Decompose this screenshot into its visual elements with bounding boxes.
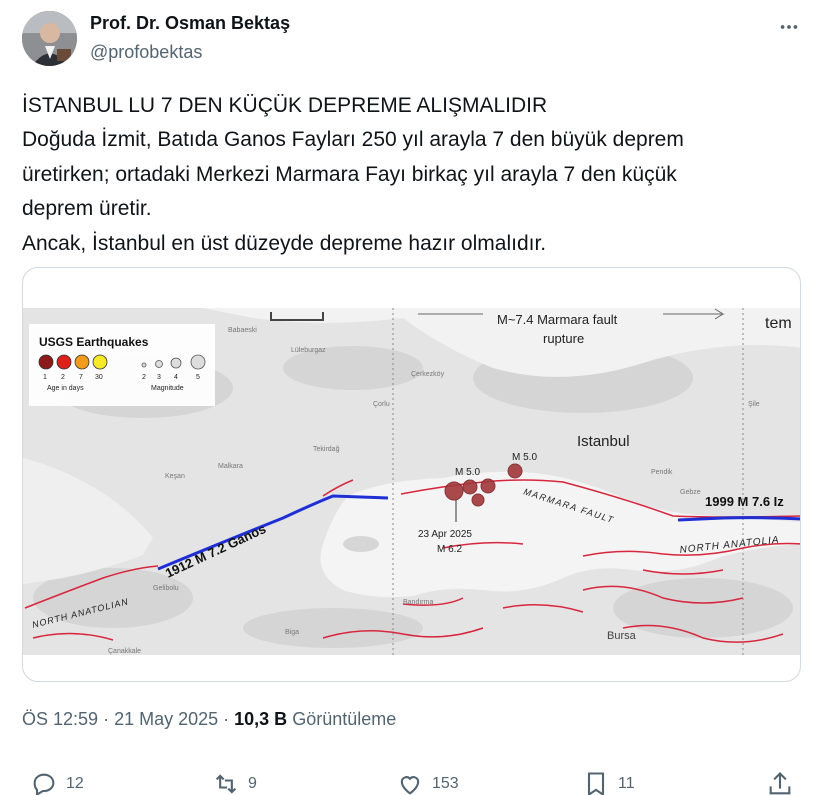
bookmark-button[interactable]: 11 <box>582 770 635 795</box>
marmara-island <box>343 536 379 552</box>
tweet-line: Doğuda İzmit, Batıda Ganos Fayları 250 y… <box>22 128 684 152</box>
town-label: Çerkezköy <box>411 371 445 378</box>
town-label: Bandırma <box>403 599 433 606</box>
rupture-label: M~7.4 Marmara fault <box>497 312 618 327</box>
tweet-line-headline: İSTANBUL LU 7 DEN KÜÇÜK DEPREME ALIŞMALI… <box>22 94 548 117</box>
profile-photo-avatar <box>22 11 77 66</box>
legend-age-value: 2 <box>61 374 65 381</box>
legend-age-swatch <box>38 354 54 370</box>
like-count: 153 <box>432 775 459 792</box>
legend-mag-swatch <box>141 362 147 368</box>
town-label: Babaeski <box>228 327 257 334</box>
quake-marker <box>471 493 485 507</box>
cropped-label: tem <box>765 315 792 332</box>
legend-mag-caption: Magnitude <box>151 385 184 392</box>
tweet-line: Ancak, İstanbul en üst düzeyde depreme h… <box>22 231 547 255</box>
reply-icon <box>33 773 55 795</box>
reply-count: 12 <box>66 775 84 792</box>
town-label: Çanakkale <box>108 648 141 655</box>
town-label: Lüleburgaz <box>291 347 326 354</box>
repost-count: 9 <box>248 775 257 792</box>
more-options-button[interactable] <box>772 10 806 44</box>
map-legend: USGS Earthquakes 1 2 7 30 Age in days 2 … <box>29 324 215 406</box>
legend-age-value: 1 <box>43 374 47 381</box>
town-label: Pendik <box>651 469 673 476</box>
town-label: Keşan <box>165 473 185 480</box>
author-handle[interactable]: @profobektas <box>90 42 202 63</box>
town-label: Şile <box>748 401 760 408</box>
legend-age-value: 30 <box>95 374 103 381</box>
bookmark-icon <box>587 772 605 795</box>
tweet-meta: ÖS 12:59 · 21 May 2025 · 10,3 B Görüntül… <box>22 709 396 730</box>
tweet-line: üretirken; ortadaki Merkezi Marmara Fayı… <box>22 162 677 186</box>
town-label: Malkara <box>218 463 243 470</box>
town-label: Çorlu <box>373 401 390 408</box>
more-dots-icon <box>780 25 798 29</box>
legend-mag-swatch <box>190 354 206 370</box>
rupture-label: rupture <box>543 331 584 346</box>
legend-mag-value: 2 <box>142 374 146 381</box>
tweet: Prof. Dr. Osman Bektaş @profobektas İSTA… <box>0 0 826 795</box>
share-icon <box>769 772 791 795</box>
meta-separator: · <box>218 709 235 729</box>
city-label-istanbul: Istanbul <box>577 433 630 450</box>
legend-age-caption: Age in days <box>47 385 84 392</box>
quake-label: M 5.0 <box>512 452 537 463</box>
views-count: 10,3 B <box>234 709 288 729</box>
heart-icon <box>400 776 420 795</box>
legend-age-swatch <box>56 354 72 370</box>
main-quake-marker <box>444 481 464 501</box>
tweet-date[interactable]: 21 May 2025 <box>114 709 218 729</box>
legend-mag-swatch <box>155 360 163 368</box>
meta-separator: · <box>98 709 115 729</box>
main-quake-magnitude: M 6.2 <box>437 544 462 555</box>
tweet-line: deprem üretir. <box>22 197 152 221</box>
city-label-bursa: Bursa <box>607 630 637 642</box>
legend-age-swatch <box>74 354 90 370</box>
quake-marker <box>462 479 478 495</box>
legend-mag-value: 4 <box>174 374 178 381</box>
izmit-quake-label: 1999 M 7.6 Iz <box>705 494 784 509</box>
legend-mag-swatch <box>170 357 182 369</box>
action-bar: 12 9 153 11 <box>22 770 802 795</box>
media-card[interactable]: Babaeski Lüleburgaz Çerkezköy Çorlu Teki… <box>22 267 801 682</box>
town-label: Tekirdağ <box>313 446 340 453</box>
quake-marker <box>480 478 496 494</box>
bookmark-count: 11 <box>618 775 635 792</box>
tweet-time[interactable]: ÖS 12:59 <box>22 709 98 729</box>
legend-age-swatch <box>92 354 108 370</box>
repost-button[interactable]: 9 <box>212 770 257 795</box>
legend-mag-value: 3 <box>157 374 161 381</box>
author-name[interactable]: Prof. Dr. Osman Bektaş <box>90 13 290 34</box>
share-button[interactable] <box>766 770 794 795</box>
legend-age-value: 7 <box>79 374 83 381</box>
repost-icon <box>215 774 237 794</box>
main-quake-date: 23 Apr 2025 <box>418 529 472 540</box>
town-label: Gebze <box>680 489 701 496</box>
author-avatar[interactable] <box>22 11 77 66</box>
marmara-fault-map: Babaeski Lüleburgaz Çerkezköy Çorlu Teki… <box>23 308 800 655</box>
town-label: Biga <box>285 629 299 636</box>
quake-label: M 5.0 <box>455 467 480 478</box>
views-label: Görüntüleme <box>292 709 397 729</box>
legend-mag-value: 5 <box>196 374 200 381</box>
like-button[interactable]: 153 <box>396 770 459 795</box>
quake-marker <box>507 463 523 479</box>
legend-title: USGS Earthquakes <box>39 335 149 349</box>
tweet-text: İSTANBUL LU 7 DEN KÜÇÜK DEPREME ALIŞMALI… <box>22 89 812 261</box>
town-label: Gelibolu <box>153 585 179 592</box>
reply-button[interactable]: 12 <box>30 770 84 795</box>
